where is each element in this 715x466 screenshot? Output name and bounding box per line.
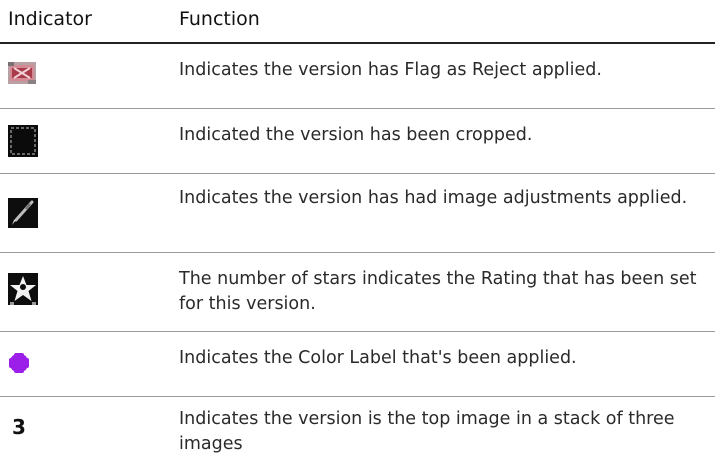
crop-icon: [8, 125, 48, 157]
row-function-text: The number of stars indicates the Rating…: [179, 269, 697, 314]
table-row: The number of stars indicates the Rating…: [0, 253, 715, 332]
color-label-icon: [8, 352, 48, 382]
row-function-text: Indicates the version is the top image i…: [179, 409, 675, 454]
indicator-column-header: Indicator: [8, 8, 92, 30]
rating-star-icon: [8, 273, 48, 305]
table-row: 3 Indicates the version is the top image…: [0, 397, 715, 466]
table-row: Indicated the version has been cropped.: [0, 109, 715, 174]
table-row: Indicates the version has Flag as Reject…: [0, 44, 715, 109]
row-function-text: Indicates the version has Flag as Reject…: [179, 60, 602, 80]
row-function-text: Indicates the version has had image adju…: [179, 188, 688, 208]
image-adjustments-brush-icon: [8, 198, 48, 228]
table-row: Indicates the Color Label that's been ap…: [0, 332, 715, 397]
function-column-header: Function: [179, 8, 260, 30]
table-header: Indicator Function: [0, 0, 715, 44]
row-function-text: Indicated the version has been cropped.: [179, 125, 533, 145]
flag-reject-icon: [8, 62, 48, 92]
stack-count-indicator: 3: [12, 415, 26, 439]
table-row: Indicates the version has had image adju…: [0, 174, 715, 253]
row-function-text: Indicates the Color Label that's been ap…: [179, 348, 577, 368]
